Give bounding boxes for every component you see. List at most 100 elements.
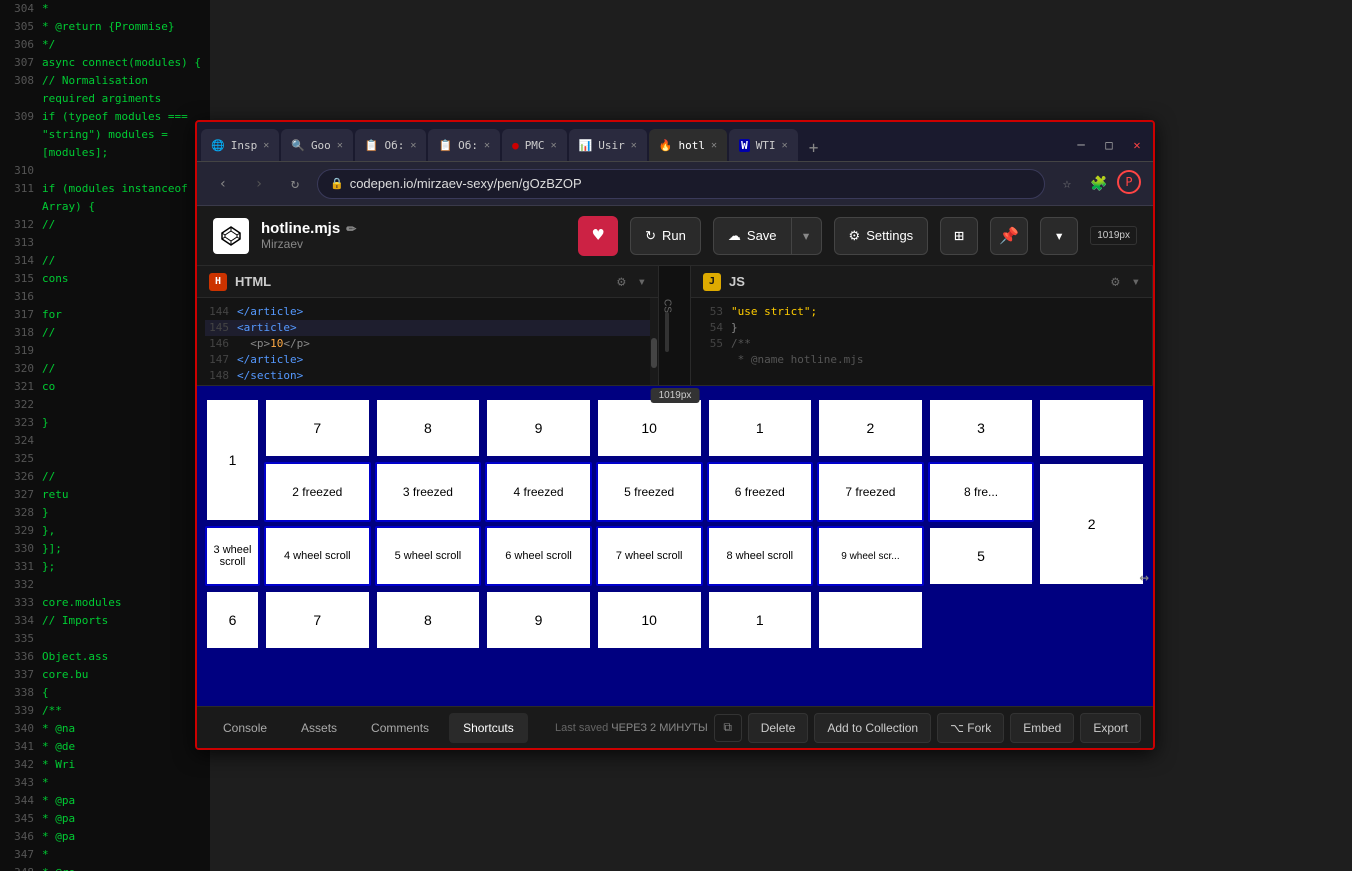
more-button[interactable]: ▾ [1040,217,1078,255]
minimize-button[interactable]: ─ [1069,133,1093,157]
tab-usir[interactable]: 📊 Usir ✕ [569,129,647,161]
tab-ob1-label: Об: [385,139,405,152]
code-editor-line: 322 [0,396,210,414]
tab-pmc-favicon: ● [512,139,519,152]
js-editor-settings-icon[interactable]: ⚙ [1111,274,1119,290]
html-lang-badge: H [209,273,227,291]
code-editor-line: 345 * @pa [0,810,210,828]
tab-wti-close[interactable]: ✕ [782,140,788,151]
view-button[interactable]: ⊞ [940,217,978,255]
code-editor-line: 312 // [0,216,210,234]
pen-name: hotline.mjs ✏ [261,220,356,237]
tab-pmc-close[interactable]: ✕ [551,140,557,151]
tab-ob1-favicon: 📋 [365,139,379,152]
js-code-line: 55 /** [699,336,1144,352]
profile-button[interactable]: P [1117,170,1141,194]
export-button[interactable]: Export [1080,713,1141,743]
tab-goo-close[interactable]: ✕ [337,140,343,151]
tab-hotl-favicon: 🔥 [659,139,673,152]
code-editor-line: 334 // Imports [0,612,210,630]
tab-goo[interactable]: 🔍 Goo ✕ [281,129,353,161]
code-editor-line: 309 if (typeof modules === "string") mod… [0,108,210,162]
code-editor-line: 316 [0,288,210,306]
js-editor-expand-icon[interactable]: ▾ [1132,274,1140,290]
embed-button[interactable]: Embed [1010,713,1074,743]
forward-button[interactable]: › [245,170,273,198]
settings-button[interactable]: ⚙ Settings [834,217,929,255]
resize-arrow-icon[interactable]: ↔ [1139,568,1149,587]
tab-ob2-close[interactable]: ✕ [484,140,490,151]
grid-cell-1a: 1 [707,398,814,458]
save-dropdown-button[interactable]: ▾ [792,217,822,255]
grid-cell-6-scroll: 6 wheel scroll [485,526,592,586]
html-editor-expand-icon[interactable]: ▾ [638,274,646,290]
external-link-button[interactable]: ⧉ [714,714,742,742]
grid-cell-9: 9 [485,398,592,458]
save-button[interactable]: ☁ Save [713,217,792,255]
tab-pmc-label: PMC [525,139,545,152]
code-editor-line: 343 * [0,774,210,792]
last-saved-info: Last saved ЧЕРЕЗ 2 МИНУТЫ [555,722,708,734]
editor-separator[interactable]: CS [659,266,675,385]
grid-cell-tall-2: 2 [1038,462,1145,586]
code-editor-line: 306 */ [0,36,210,54]
back-button[interactable]: ‹ [209,170,237,198]
tab-ob2[interactable]: 📋 Об: ✕ [428,129,500,161]
grid-cell-10: 10 [596,398,703,458]
tab-usir-close[interactable]: ✕ [631,140,637,151]
grid-cell-7-freezed: 7 freezed [817,462,924,522]
heart-button[interactable]: ♥ [578,216,618,256]
html-editor-scrollbar[interactable] [650,298,658,385]
new-tab-button[interactable]: + [800,133,828,161]
reload-button[interactable]: ↻ [281,170,309,198]
grid-cell-6-freezed: 6 freezed [707,462,814,522]
tab-ob1[interactable]: 📋 Об: ✕ [355,129,427,161]
code-editor-line: 311 if (modules instanceof Array) { [0,180,210,216]
fork-button[interactable]: ⌥ Fork [937,713,1004,743]
tab-insp-close[interactable]: ✕ [263,140,269,151]
run-label: Run [662,228,686,243]
edit-pen-name-icon[interactable]: ✏ [346,222,356,236]
code-editor-line: 307async connect(modules) { [0,54,210,72]
tab-assets[interactable]: Assets [287,713,351,743]
width-tooltip: 1019px [651,388,700,403]
tab-hotl-close[interactable]: ✕ [711,140,717,151]
external-link-icon: ⧉ [723,720,732,735]
tab-shortcuts[interactable]: Shortcuts [449,713,528,743]
code-editor-line: 344 * @pa [0,792,210,810]
url-bar[interactable]: 🔒 codepen.io/mirzaev-sexy/pen/gOzBZOP [317,169,1045,199]
bookmark-button[interactable]: ☆ [1053,170,1081,198]
html-code-line: 145 <article> [205,320,650,336]
code-editor-line: 328 } [0,504,210,522]
tab-insp[interactable]: 🌐 Insp ✕ [201,129,279,161]
add-collection-button[interactable]: Add to Collection [814,713,931,743]
settings-label: Settings [866,228,913,243]
tab-hotl-label: hotl [679,139,706,152]
pin-button[interactable]: 📌 [990,217,1028,255]
code-editor-line: 327 retu [0,486,210,504]
code-editor-line: 337 core.bu [0,666,210,684]
close-window-button[interactable]: ✕ [1125,133,1149,157]
code-editor-line: 342 * Wri [0,756,210,774]
tab-wti[interactable]: W WTI ✕ [729,129,798,161]
code-editor-line: 319 [0,342,210,360]
maximize-button[interactable]: □ [1097,133,1121,157]
extension-button[interactable]: 🧩 [1085,170,1113,198]
more-icon: ▾ [1054,226,1064,245]
heart-icon: ♥ [593,225,604,246]
tab-comments[interactable]: Comments [357,713,443,743]
tab-pmc[interactable]: ● PMC ✕ [502,129,567,161]
tab-console[interactable]: Console [209,713,281,743]
delete-button[interactable]: Delete [748,713,809,743]
code-editor-line: 339 /** [0,702,210,720]
html-editor-body[interactable]: 144 </article> 145 <article> 146 <p>10</… [197,298,658,385]
grid-cell-2-freezed: 2 freezed [264,462,371,522]
tab-ob1-close[interactable]: ✕ [410,140,416,151]
tab-hotl[interactable]: 🔥 hotl ✕ [649,129,727,161]
js-code-line: 53 "use strict"; [699,304,1144,320]
js-editor-body[interactable]: 53 "use strict"; 54 } 55 /** * @name hot… [691,298,1152,385]
run-button[interactable]: ↻ Run [630,217,701,255]
grid-cell-3-freezed: 3 freezed [375,462,482,522]
delete-label: Delete [761,721,796,735]
html-editor-settings-icon[interactable]: ⚙ [617,274,625,290]
